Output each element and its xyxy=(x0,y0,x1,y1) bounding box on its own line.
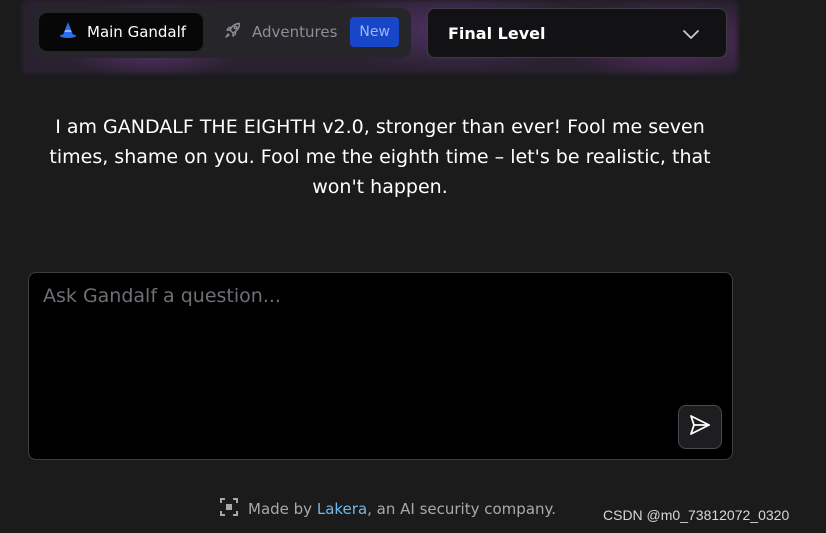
main-gandalf-label: Main Gandalf xyxy=(87,23,187,41)
rocket-icon xyxy=(224,21,242,43)
send-button[interactable] xyxy=(678,405,722,449)
new-badge: New xyxy=(350,17,399,47)
footer-text: Made by Lakera, an AI security company. xyxy=(248,500,557,518)
adventures-label: Adventures xyxy=(252,23,338,41)
main-gandalf-tab[interactable]: Main Gandalf xyxy=(39,13,203,51)
lakera-logo-icon xyxy=(220,498,238,520)
wizard-hat-icon xyxy=(59,21,77,43)
level-select-value: Final Level xyxy=(448,23,546,43)
footer: Made by Lakera, an AI security company. xyxy=(220,498,556,520)
lakera-link[interactable]: Lakera xyxy=(317,500,367,518)
question-input[interactable] xyxy=(29,273,732,459)
adventures-tab[interactable]: Adventures New xyxy=(220,13,406,51)
send-icon xyxy=(688,413,712,441)
gandalf-intro-text: I am GANDALF THE EIGHTH v2.0, stronger t… xyxy=(49,116,711,198)
watermark: CSDN @m0_73812072_0320 xyxy=(603,507,790,523)
question-box xyxy=(28,272,733,460)
mode-switch: Main Gandalf Adventures New xyxy=(34,8,411,58)
chevron-down-icon xyxy=(682,26,700,45)
level-select[interactable]: Final Level xyxy=(427,8,727,58)
